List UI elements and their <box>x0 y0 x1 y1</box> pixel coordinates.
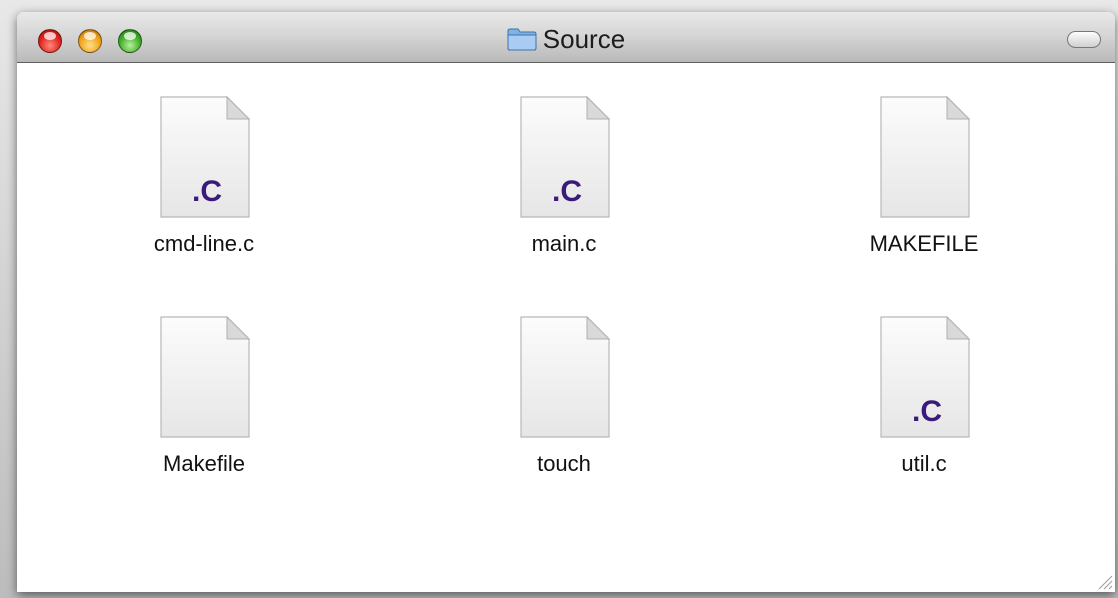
file-item[interactable]: touch <box>454 313 674 477</box>
title-bar[interactable]: Source <box>17 12 1115 63</box>
file-item[interactable]: Makefile <box>94 313 314 477</box>
toolbar-toggle-button[interactable] <box>1067 31 1101 48</box>
desktop-background: Source .C cmd-line.c .C main.c MAKEFILE Makef… <box>0 0 1118 598</box>
c-source-file-icon[interactable]: .C <box>509 93 619 223</box>
c-source-file-icon[interactable]: .C <box>869 313 979 443</box>
file-item[interactable]: .C util.c <box>814 313 1034 477</box>
file-item[interactable]: .C cmd-line.c <box>94 93 314 257</box>
window-title-area: Source <box>17 25 1115 53</box>
window-title: Source <box>542 24 626 54</box>
file-type-badge: .C <box>552 175 582 208</box>
folder-icon <box>507 27 537 51</box>
file-name-label[interactable]: MAKEFILE <box>814 231 1034 257</box>
file-name-label[interactable]: main.c <box>454 231 674 257</box>
resize-grip-icon[interactable] <box>1093 570 1113 590</box>
file-name-label[interactable]: util.c <box>814 451 1034 477</box>
file-name-label[interactable]: cmd-line.c <box>94 231 314 257</box>
file-item[interactable]: MAKEFILE <box>814 93 1034 257</box>
file-item[interactable]: .C main.c <box>454 93 674 257</box>
file-type-badge: .C <box>912 395 942 428</box>
document-icon[interactable] <box>509 313 619 443</box>
file-icon-view: .C cmd-line.c .C main.c MAKEFILE Makefile touc… <box>17 63 1115 592</box>
document-icon[interactable] <box>149 313 259 443</box>
file-name-label[interactable]: Makefile <box>94 451 314 477</box>
file-type-badge: .C <box>192 175 222 208</box>
c-source-file-icon[interactable]: .C <box>149 93 259 223</box>
document-icon[interactable] <box>869 93 979 223</box>
finder-window: Source .C cmd-line.c .C main.c MAKEFILE Makef… <box>17 12 1115 592</box>
file-name-label[interactable]: touch <box>454 451 674 477</box>
